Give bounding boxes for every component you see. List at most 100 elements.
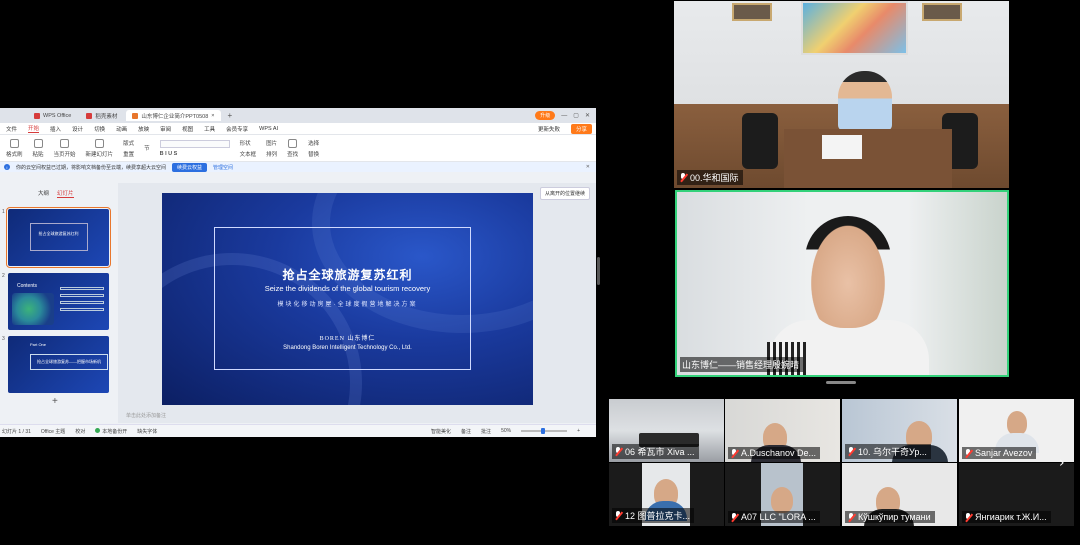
font-family-select[interactable]: [159, 139, 230, 148]
from-current-button[interactable]: 当页开始: [54, 138, 76, 158]
smart-beautify-button[interactable]: 智能美化: [431, 428, 451, 435]
arrange-button[interactable]: 排列: [266, 150, 277, 158]
current-slide[interactable]: 抢占全球旅游复苏红利 Seize the dividends of the gl…: [162, 193, 533, 405]
reset-button[interactable]: 重置: [123, 150, 134, 158]
video-tile-room[interactable]: 00.华和国际: [674, 1, 1009, 188]
share-button[interactable]: 分享: [570, 123, 592, 134]
renew-cloud-button[interactable]: 续费云权益: [172, 162, 208, 172]
shared-screen-wps[interactable]: WPS Office 稻壳素材 山东博仁企业简介PPT0508 × + 升级 —…: [0, 108, 596, 437]
slide-thumbnail-panel[interactable]: 大纲 幻灯片 1 抢占全球旅游复苏红利 2 Contents 3 Part On…: [0, 183, 118, 423]
participant-video: [838, 71, 892, 131]
replace-button[interactable]: 替换: [308, 150, 319, 158]
add-tab-button[interactable]: +: [224, 111, 237, 120]
minimize-icon[interactable]: —: [561, 113, 567, 119]
menu-slideshow[interactable]: 放映: [138, 125, 149, 133]
mic-muted-icon: [614, 447, 622, 456]
tab-outline[interactable]: 大纲: [38, 189, 49, 198]
menu-home[interactable]: 开始: [28, 124, 40, 133]
thumb-number-2: 2: [2, 273, 5, 279]
slide-subtitle: Seize the dividends of the global touris…: [264, 284, 431, 293]
mic-muted-icon: [847, 512, 855, 522]
update-status[interactable]: 更新失败: [538, 125, 560, 133]
notice-close-icon[interactable]: ✕: [586, 164, 590, 170]
gallery-tile-3[interactable]: 10. 乌尔干奇Ур...: [842, 399, 957, 462]
mic-muted-icon: [964, 512, 972, 522]
mic-muted-icon: [730, 512, 738, 522]
gallery-tile-2[interactable]: A.Duschanov De...: [725, 399, 840, 462]
gallery-next-page-icon[interactable]: ›: [1059, 455, 1065, 471]
manage-space-link[interactable]: 管理空间: [213, 164, 233, 171]
mic-muted-icon: [847, 447, 855, 456]
format-painter-button[interactable]: 格式刷: [6, 138, 23, 158]
font-style-buttons[interactable]: B I U S: [160, 151, 230, 157]
menu-wps-ai[interactable]: WPS AI: [259, 126, 278, 132]
gallery-tile-1[interactable]: 06 希瓦市 Xiva ...: [609, 399, 724, 462]
section-button[interactable]: 节: [144, 144, 150, 152]
menu-member[interactable]: 会员专享: [226, 125, 248, 133]
find-button[interactable]: 查找: [287, 138, 298, 158]
participant-name-tag: 山东博仁——销售经理殷婉晴: [680, 357, 804, 372]
tab-slides[interactable]: 幻灯片: [57, 189, 74, 198]
menu-tools[interactable]: 工具: [204, 125, 215, 133]
shape-button[interactable]: 形状: [240, 139, 257, 147]
menu-design[interactable]: 设计: [72, 125, 83, 133]
window-close-icon[interactable]: ✕: [585, 112, 590, 119]
close-icon[interactable]: ×: [211, 113, 214, 119]
upgrade-button[interactable]: 升级: [535, 111, 556, 120]
slide-thumbnail-3[interactable]: Part One 抢占全球旅游复苏——把握市场新机: [8, 336, 109, 393]
menu-review[interactable]: 审阅: [160, 125, 171, 133]
slide-title: 抢占全球旅游复苏红利: [282, 268, 413, 282]
island-image: [12, 293, 54, 325]
menu-file[interactable]: 文件: [6, 125, 17, 133]
menu-insert[interactable]: 插入: [50, 125, 61, 133]
video-tile-active-speaker[interactable]: 山东博仁——销售经理殷婉晴: [675, 190, 1009, 377]
tab-wps-office[interactable]: WPS Office: [28, 110, 77, 121]
zoom-slider[interactable]: [521, 428, 568, 434]
tabbar-right: 升级 — ▢ ✕: [535, 111, 596, 120]
tab-current-document[interactable]: 山东博仁企业简介PPT0508 ×: [126, 110, 221, 121]
docer-logo-icon: [86, 112, 93, 119]
tab-docer-material[interactable]: 稻壳素材: [80, 110, 123, 121]
maximize-icon[interactable]: ▢: [573, 112, 579, 119]
picture-group: 图片 排列: [266, 139, 277, 158]
notice-text: 你的云空间权益已过期，将影响文档备份至云端，续费享超大云空间: [16, 164, 167, 171]
split-drag-handle[interactable]: [597, 257, 600, 285]
menu-transition[interactable]: 切换: [94, 125, 105, 133]
notes-toggle[interactable]: 备注: [461, 428, 471, 435]
gallery-tile-6[interactable]: A07 LLC "LORA ...: [725, 463, 840, 526]
menu-animation[interactable]: 动画: [116, 125, 127, 133]
textbox-button[interactable]: 文本框: [240, 150, 257, 158]
gallery-tile-4[interactable]: Sanjar Avezov: [959, 399, 1074, 462]
slide-canvas-area[interactable]: 从离开的位置继续 抢占全球旅游复苏红利 Seize the dividends …: [118, 183, 596, 423]
resume-position-button[interactable]: 从离开的位置继续: [539, 187, 590, 200]
gallery-tile-5[interactable]: 12 图普拉克卡...: [609, 463, 724, 526]
new-slide-button[interactable]: 新建幻灯片: [86, 138, 113, 158]
slide-thumbnail-1[interactable]: 抢占全球旅游复苏红利: [6, 207, 111, 268]
backup-on-icon: [95, 427, 101, 433]
zoom-in-icon[interactable]: +: [577, 428, 580, 434]
gallery-tile-7[interactable]: Кўшкўпир тумани: [842, 463, 957, 526]
backup-status[interactable]: 本地备份开: [95, 427, 127, 435]
thumb-number-1: 1: [2, 209, 5, 215]
gallery-tile-8[interactable]: Янгиарик т.Ж.И...: [959, 463, 1074, 526]
comments-toggle[interactable]: 批注: [481, 428, 491, 435]
theme-indicator[interactable]: Office 主题: [41, 428, 65, 435]
menu-view[interactable]: 视图: [182, 125, 193, 133]
info-icon: i: [4, 164, 10, 170]
proofing-button[interactable]: 校对: [75, 428, 85, 435]
select-group: 选择 替换: [308, 139, 319, 158]
layout-button[interactable]: 版式: [123, 139, 134, 147]
search-icon: [288, 138, 298, 148]
add-slide-button[interactable]: +: [52, 396, 58, 407]
slide-thumbnail-2[interactable]: Contents: [8, 273, 109, 330]
drawing-group: 形状 文本框: [240, 139, 257, 158]
picture-button[interactable]: 图片: [266, 139, 277, 147]
editor-workspace: 大纲 幻灯片 1 抢占全球旅游复苏红利 2 Contents 3 Part On…: [0, 183, 596, 423]
notes-placeholder[interactable]: 单击此处添加备注: [126, 412, 166, 419]
page-indicator: 幻灯片 1 / 31: [2, 428, 31, 435]
wall-map: [801, 1, 908, 55]
select-button[interactable]: 选择: [308, 139, 319, 147]
paste-button[interactable]: 粘贴: [33, 138, 44, 158]
missing-font-button[interactable]: 缺失字体: [137, 428, 157, 435]
gallery-scroll-indicator[interactable]: [826, 381, 856, 384]
